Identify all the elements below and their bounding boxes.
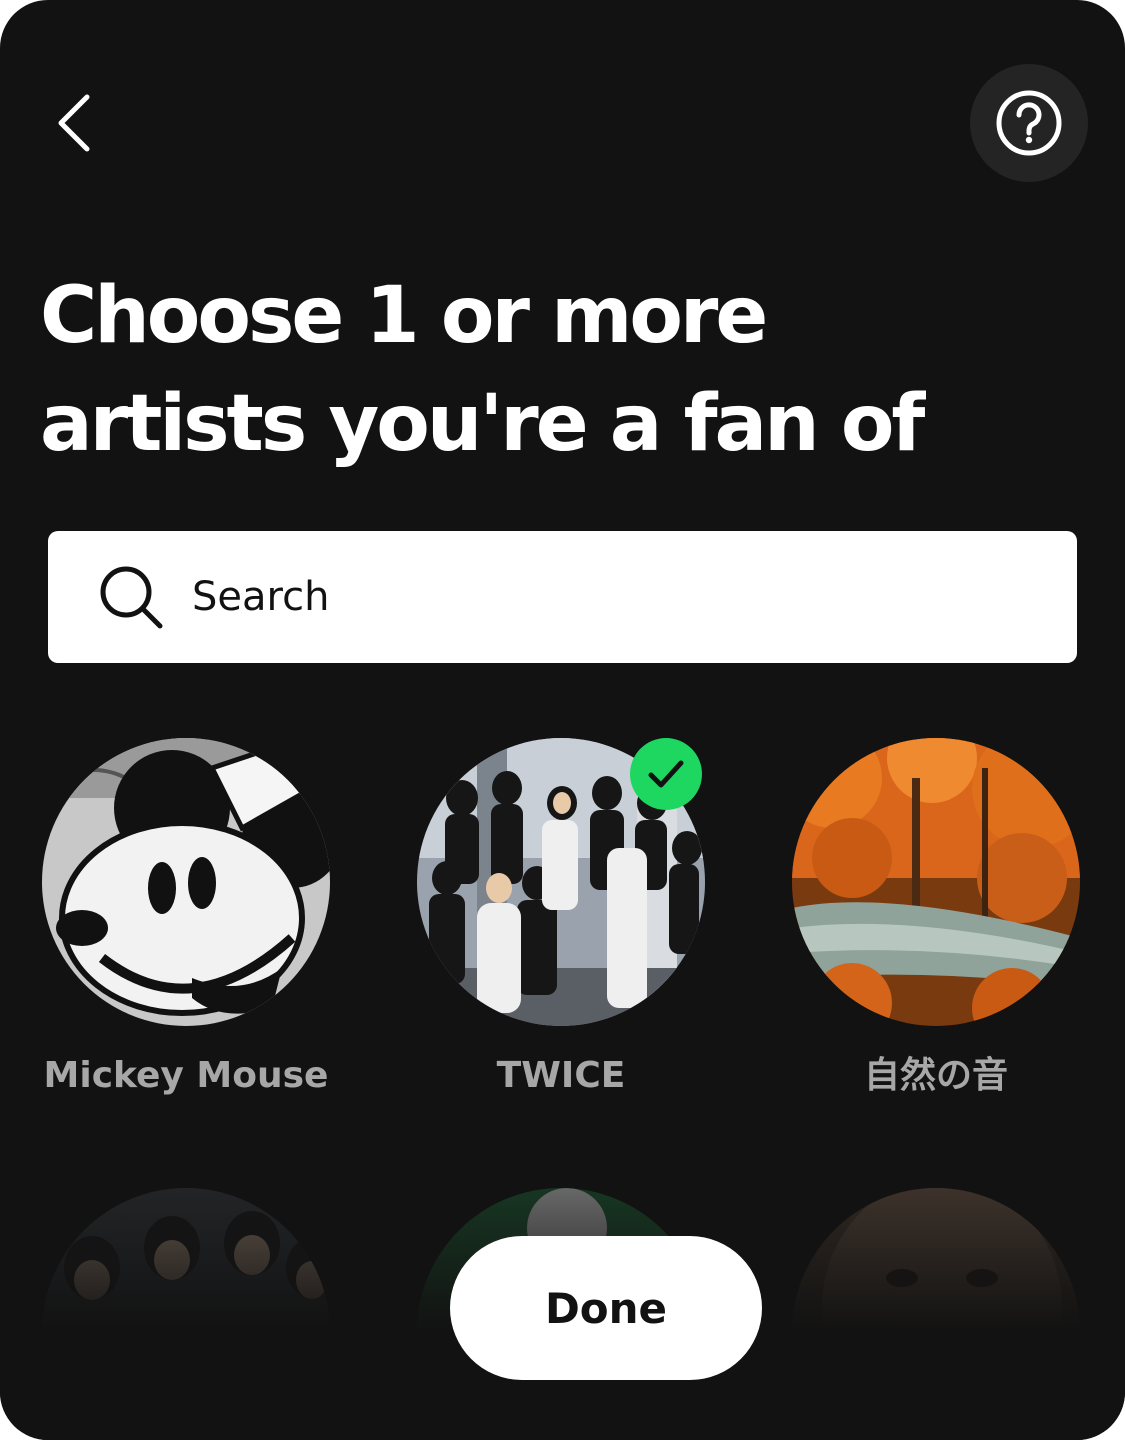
artist-image [42,1188,330,1440]
page-title: Choose 1 or more artists you're a fan of [40,262,1080,478]
artist-card[interactable] [771,1188,1101,1440]
search-bar[interactable] [48,531,1077,663]
done-button[interactable]: Done [450,1236,762,1380]
artist-picker-screen: Choose 1 or more artists you're a fan of [0,0,1125,1440]
chevron-left-icon [58,94,90,152]
artist-card-nature-sounds[interactable]: 自然の音 [771,738,1101,1102]
title-line-1: Choose 1 or more [40,271,768,361]
artist-image [792,738,1080,1026]
back-button[interactable] [40,78,110,168]
question-circle-icon [996,90,1062,156]
selected-check-badge [630,738,702,810]
artist-name: TWICE [496,1055,626,1096]
artist-card[interactable] [21,1188,351,1440]
artist-image [42,738,330,1026]
help-button[interactable] [970,64,1088,182]
check-icon [648,760,684,788]
artist-name: 自然の音 [863,1055,1008,1096]
title-line-2: artists you're a fan of [40,379,925,469]
artist-card-mickey-mouse[interactable]: Mickey Mouse [21,738,351,1102]
artist-image [792,1188,1080,1440]
search-icon [100,566,163,629]
artist-name: Mickey Mouse [43,1055,329,1096]
search-input[interactable] [192,574,992,620]
